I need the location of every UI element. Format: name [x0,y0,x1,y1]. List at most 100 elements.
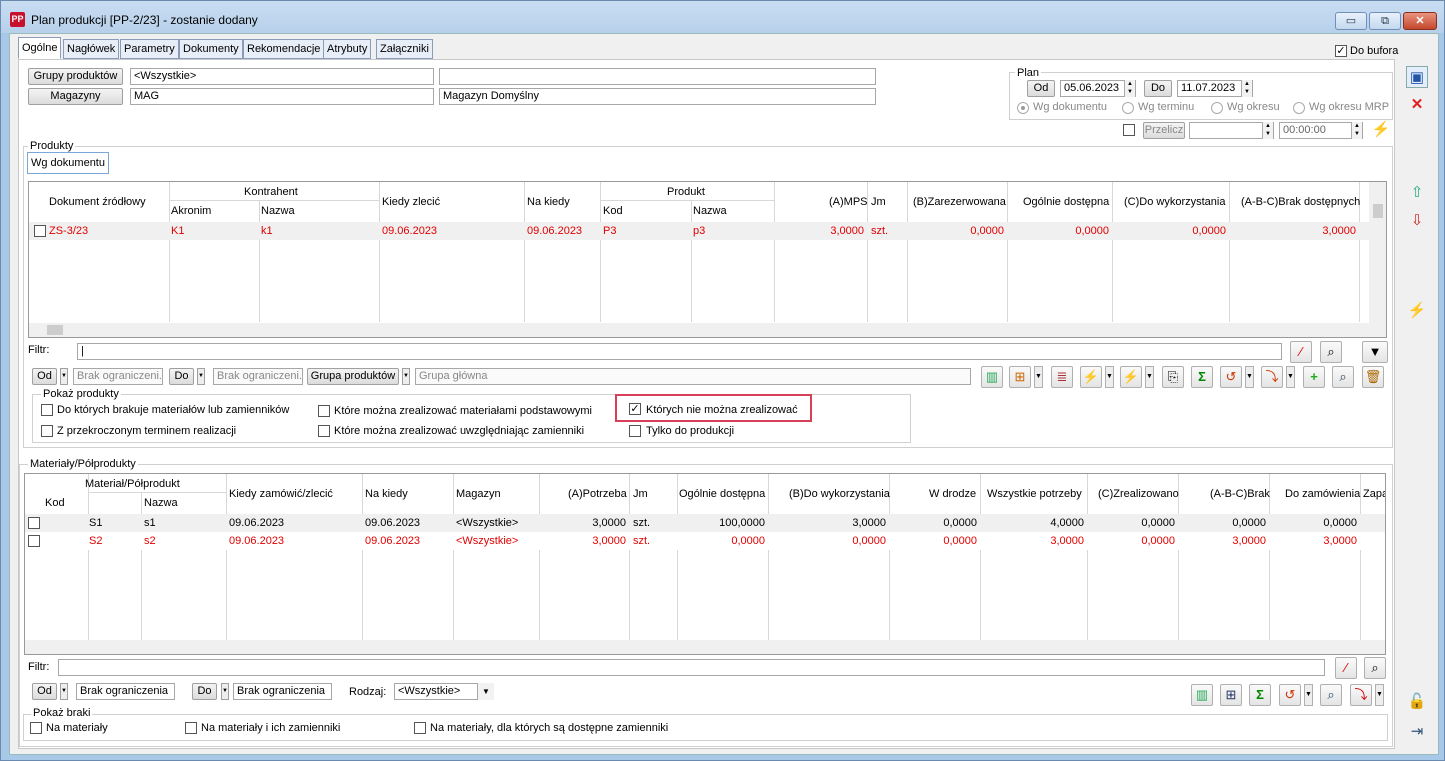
radio-wg-dokumentu[interactable] [1017,102,1029,114]
materialy-od-dropdown[interactable]: ▼ [60,683,68,700]
clear-mat-filter-icon[interactable]: ⁄ [1335,657,1357,679]
check-nie-mozna-zrealizowac[interactable]: ✓ [629,403,641,415]
sigma-icon[interactable]: Σ [1191,366,1213,388]
col-mat-do-wykorzystania[interactable]: (B)Do wykorzystania [789,488,890,500]
materialy-do-field[interactable]: Brak ograniczenia [233,683,332,700]
produkty-do-dropdown[interactable]: ▼ [197,368,205,385]
col-zrealizowano[interactable]: (C)Zrealizowano [1098,488,1179,500]
save-icon[interactable]: ▣ [1406,66,1428,88]
col-zapas[interactable]: Zapa [1363,488,1385,500]
col-material-polprodukt[interactable]: Materiał/Półprodukt [85,478,180,490]
chart-icon[interactable]: ▥ [981,366,1003,388]
tab-zalaczniki[interactable]: Załączniki [376,39,433,59]
clear-filter-icon[interactable]: ⁄ [1290,341,1312,363]
magazyny-value-field[interactable]: MAG [130,88,434,105]
lightning-orange-dropdown[interactable]: ▼ [1105,366,1114,388]
col-akronim[interactable]: Akronim [171,205,211,217]
col-mat-nazwa[interactable]: Nazwa [144,497,178,509]
produkty-od-field[interactable]: Brak ograniczeni. [73,368,163,385]
grupa-field[interactable]: Grupa główna [415,368,971,385]
tree-dropdown[interactable]: ▼ [1034,366,1043,388]
col-brak-dostepnych[interactable]: (A-B-C)Brak dostępnych [1241,196,1360,208]
plan-do-spin[interactable]: ▲ ▼ [1241,80,1252,97]
col-mat-jm[interactable]: Jm [633,488,648,500]
check-przekroczony-termin[interactable] [41,425,53,437]
rodzaj-chevron-down-icon[interactable]: ▼ [477,683,494,700]
col-kod[interactable]: Kod [603,205,623,217]
radio-wg-terminu[interactable] [1122,102,1134,114]
grupy-produktow-button[interactable]: Grupy produktów [28,68,123,85]
download-icon[interactable]: ⇩ [1406,210,1428,232]
produkty-od-dropdown[interactable]: ▼ [60,368,68,385]
col-mat-na-kiedy[interactable]: Na kiedy [365,488,408,500]
przelicz-time-spin[interactable]: ▲ ▼ [1351,122,1362,139]
tab-ogolne[interactable]: Ogólne [18,37,62,59]
mat-undo-dropdown[interactable]: ▼ [1304,684,1313,706]
produkty-do-field[interactable]: Brak ograniczeni. [213,368,303,385]
col-mps[interactable]: (A)MPS [829,196,868,208]
col-mat-brak[interactable]: (A-B-C)Brak [1210,488,1270,500]
undo-dropdown[interactable]: ▼ [1245,366,1254,388]
mat-structure-icon[interactable]: ⊞ [1220,684,1242,706]
material-row[interactable]: S2 s2 09.06.2023 09.06.2023 <Wszystkie> … [25,532,1385,550]
check-dostepne-zamienniki[interactable] [414,722,426,734]
material-row[interactable]: S1 s1 09.06.2023 09.06.2023 <Wszystkie> … [25,514,1385,532]
col-ogolnie-dostepna[interactable]: Ogólnie dostępna [1023,196,1109,208]
produkty-od-button[interactable]: Od [32,368,57,385]
row-select-checkbox[interactable] [28,535,40,547]
lightning-orange-icon[interactable]: ⚡ [1080,366,1102,388]
undo-magnet-icon[interactable]: ↺ [1220,366,1242,388]
col-kontrahent[interactable]: Kontrahent [244,186,298,198]
produkty-vscroll[interactable] [1369,182,1386,324]
filter-builder-icon[interactable]: ⌕ [1320,341,1342,363]
col-magazyn[interactable]: Magazyn [456,488,501,500]
produkt-row[interactable]: ZS-3/23 K1 k1 09.06.2023 09.06.2023 P3 p… [29,222,1386,240]
check-uwzgledniajac-zamienniki[interactable] [318,425,330,437]
produkty-hscroll[interactable] [29,323,1386,337]
document-arrow-icon[interactable]: ⤵ [1261,366,1283,388]
trash-icon[interactable]: 🗑 [1362,366,1384,388]
mat-document-arrow-icon[interactable]: ⤵ [1350,684,1372,706]
magazyny-desc-field[interactable]: Magazyn Domyślny [439,88,876,105]
check-na-materialy[interactable] [30,722,42,734]
grupa-produktow-button[interactable]: Grupa produktów [307,368,399,385]
przelicz-button[interactable]: Przelicz [1143,122,1185,139]
document-import-icon[interactable]: ⎘ [1162,366,1184,388]
row-select-checkbox[interactable] [28,517,40,529]
mat-undo-icon[interactable]: ↺ [1279,684,1301,706]
check-na-materialy-zamienniki[interactable] [185,722,197,734]
col-jm[interactable]: Jm [871,196,886,208]
col-produkt-nazwa[interactable]: Nazwa [693,205,727,217]
col-do-wykorzystania[interactable]: (C)Do wykorzystania [1124,196,1225,208]
przelicz-checkbox[interactable] [1123,124,1135,136]
add-icon[interactable]: + [1303,366,1325,388]
col-w-drodze[interactable]: W drodze [929,488,976,500]
pin-icon[interactable]: ⇥ [1406,721,1428,743]
materialy-hscroll[interactable] [25,640,1385,654]
plan-od-button[interactable]: Od [1027,80,1055,97]
col-kiedy-zamowic[interactable]: Kiedy zamówić/zlecić [229,488,333,500]
mat-filter-builder-icon[interactable]: ⌕ [1364,657,1386,679]
minimize-button[interactable]: ▭ [1335,12,1367,30]
materialy-od-button[interactable]: Od [32,683,57,700]
col-nazwa[interactable]: Nazwa [261,205,295,217]
restore-button[interactable]: ⧉ [1369,12,1401,30]
check-materialami-podstawowymi[interactable] [318,405,330,417]
przelicz-date-spin[interactable]: ▲ ▼ [1262,122,1273,139]
radio-wg-okresu-mrp[interactable] [1293,102,1305,114]
col-kiedy-zlecic[interactable]: Kiedy zlecić [382,196,440,208]
lightning-green-dropdown[interactable]: ▼ [1145,366,1154,388]
plan-do-button[interactable]: Do [1144,80,1172,97]
magazyny-button[interactable]: Magazyny [28,88,123,105]
subtab-wg-dokumentu[interactable]: Wg dokumentu [27,152,109,174]
mat-search-icon[interactable]: ⌕ [1320,684,1342,706]
tab-atrybuty[interactable]: Atrybuty [323,39,372,59]
list-icon[interactable]: ≣ [1051,366,1073,388]
lightning-green-icon[interactable]: ⚡ [1120,366,1142,388]
col-produkt[interactable]: Produkt [667,186,705,198]
produkty-do-button[interactable]: Do [169,368,194,385]
col-dokument[interactable]: Dokument źródłowy [49,196,146,208]
col-zarezerwowana[interactable]: (B)Zarezerwowana [913,196,1006,208]
materialy-do-button[interactable]: Do [192,683,217,700]
materialy-do-dropdown[interactable]: ▼ [221,683,229,700]
